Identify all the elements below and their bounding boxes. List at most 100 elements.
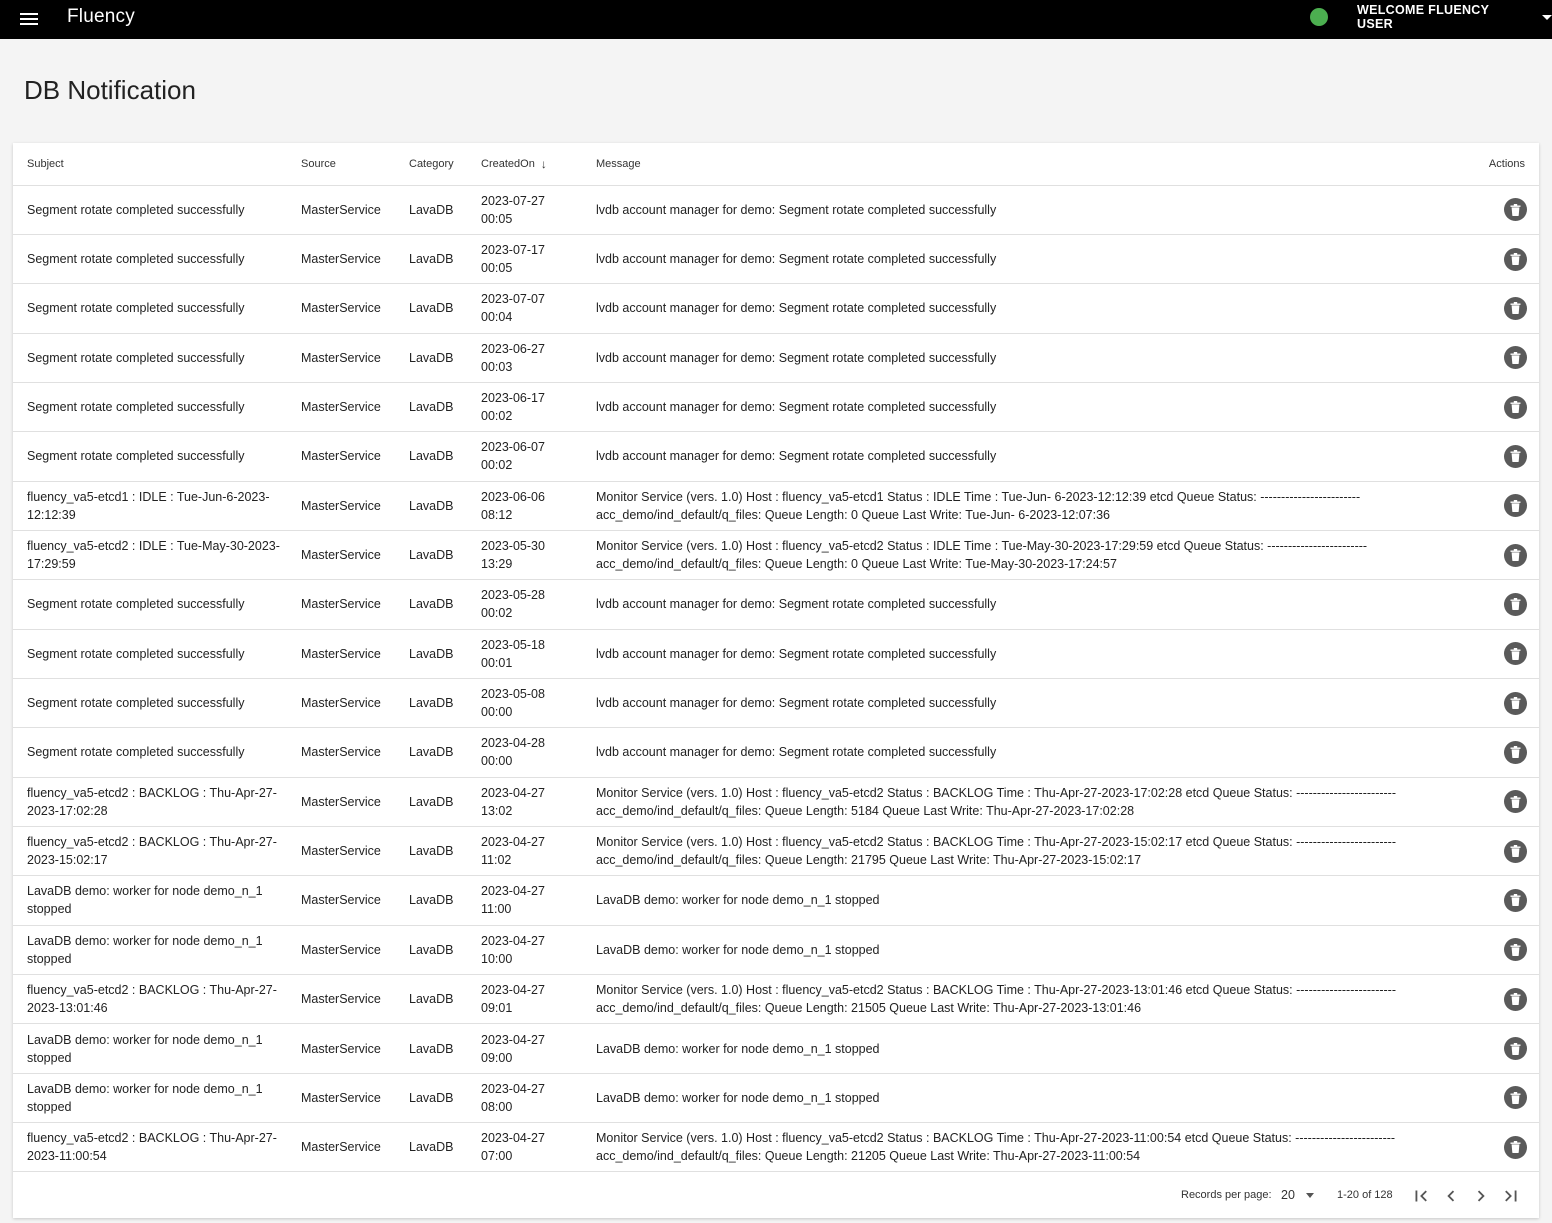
trash-icon: [1510, 795, 1521, 808]
table-row[interactable]: Segment rotate completed successfully Mas…: [13, 185, 1539, 235]
table-row[interactable]: Segment rotate completed successfully Mas…: [13, 678, 1539, 729]
cell-actions: [1474, 678, 1539, 729]
cell-source: MasterService: [301, 530, 409, 581]
cell-createdon-date: 2023-04-27: [481, 1131, 545, 1146]
delete-button[interactable]: [1504, 839, 1527, 863]
cell-subject: Segment rotate completed successfully: [13, 283, 301, 334]
table-row[interactable]: Segment rotate completed successfully Mas…: [13, 382, 1539, 433]
trash-icon: [1510, 647, 1521, 660]
cell-subject: Segment rotate completed successfully: [13, 333, 301, 383]
cell-actions: [1474, 530, 1539, 581]
delete-button[interactable]: [1504, 642, 1527, 666]
column-header-message[interactable]: Message: [596, 143, 1474, 186]
cell-message: LavaDB demo: worker for node demo_n_1 st…: [596, 1073, 1474, 1124]
cell-createdon-date: 2023-04-27: [481, 884, 545, 899]
cell-subject: LavaDB demo: worker for node demo_n_1 st…: [13, 1023, 301, 1074]
table-row[interactable]: LavaDB demo: worker for node demo_n_1 st…: [13, 1023, 1539, 1074]
table-row[interactable]: fluency_va5-etcd2 : BACKLOG : Thu-Apr-27…: [13, 826, 1539, 877]
chevron-left-icon[interactable]: [1440, 1185, 1462, 1207]
delete-button[interactable]: [1504, 543, 1527, 567]
cell-createdon-date: 2023-04-27: [481, 1081, 545, 1096]
cell-actions: [1474, 826, 1539, 877]
trash-icon: [1510, 598, 1521, 611]
cell-source: MasterService: [301, 727, 409, 778]
table-row[interactable]: LavaDB demo: worker for node demo_n_1 st…: [13, 1073, 1539, 1124]
table-row[interactable]: Segment rotate completed successfully Mas…: [13, 283, 1539, 334]
delete-button[interactable]: [1504, 395, 1527, 419]
column-header-source[interactable]: Source: [301, 143, 409, 186]
cell-message: lvdb account manager for demo: Segment r…: [596, 382, 1474, 433]
table-row[interactable]: Segment rotate completed successfully Mas…: [13, 727, 1539, 778]
table-row[interactable]: fluency_va5-etcd2 : BACKLOG : Thu-Apr-27…: [13, 777, 1539, 827]
cell-category: LavaDB: [409, 431, 481, 482]
cell-createdon-time: 00:02: [481, 606, 513, 621]
delete-button[interactable]: [1504, 494, 1527, 518]
cell-createdon: 2023-06-27 00:03: [481, 333, 596, 383]
cell-message: lvdb account manager for demo: Segment r…: [596, 629, 1474, 679]
first-page-icon[interactable]: [1410, 1185, 1432, 1207]
menu-icon[interactable]: [20, 9, 41, 29]
cell-message: lvdb account manager for demo: Segment r…: [596, 234, 1474, 285]
cell-message: lvdb account manager for demo: Segment r…: [596, 333, 1474, 383]
delete-button[interactable]: [1504, 592, 1527, 616]
cell-subject: Segment rotate completed successfully: [13, 431, 301, 482]
cell-createdon-date: 2023-07-17: [481, 243, 545, 258]
records-per-page-select[interactable]: 20: [1281, 1185, 1325, 1205]
cell-createdon: 2023-04-27 07:00: [481, 1122, 596, 1173]
cell-message: LavaDB demo: worker for node demo_n_1 st…: [596, 925, 1474, 976]
cell-createdon-time: 00:01: [481, 655, 513, 670]
trash-icon: [1510, 1091, 1521, 1104]
cell-message: Monitor Service (vers. 1.0) Host : fluen…: [596, 530, 1474, 581]
table-row[interactable]: Segment rotate completed successfully Mas…: [13, 629, 1539, 679]
delete-button[interactable]: [1504, 740, 1527, 764]
table-row[interactable]: LavaDB demo: worker for node demo_n_1 st…: [13, 925, 1539, 976]
delete-button[interactable]: [1504, 987, 1527, 1011]
delete-button[interactable]: [1504, 691, 1527, 715]
delete-button[interactable]: [1504, 444, 1527, 468]
table-row[interactable]: Segment rotate completed successfully Mas…: [13, 579, 1539, 630]
column-header-createdon[interactable]: CreatedOn ↓: [481, 143, 596, 186]
cell-source: MasterService: [301, 382, 409, 433]
table-row[interactable]: fluency_va5-etcd1 : IDLE : Tue-Jun-6-202…: [13, 481, 1539, 531]
top-app-bar: Fluency WELCOME FLUENCY USER: [0, 0, 1552, 39]
chevron-right-icon[interactable]: [1470, 1185, 1492, 1207]
delete-button[interactable]: [1504, 888, 1527, 912]
cell-source: MasterService: [301, 629, 409, 679]
delete-button[interactable]: [1504, 198, 1527, 222]
table-row[interactable]: fluency_va5-etcd2 : IDLE : Tue-May-30-20…: [13, 530, 1539, 581]
column-header-category[interactable]: Category: [409, 143, 481, 186]
cell-createdon-date: 2023-06-07: [481, 440, 545, 455]
cell-createdon-date: 2023-07-27: [481, 193, 545, 208]
cell-createdon-date: 2023-04-27: [481, 835, 545, 850]
last-page-icon[interactable]: [1500, 1185, 1522, 1207]
table-row[interactable]: Segment rotate completed successfully Mas…: [13, 431, 1539, 482]
delete-button[interactable]: [1504, 1086, 1527, 1110]
cell-source: MasterService: [301, 678, 409, 729]
delete-button[interactable]: [1504, 296, 1527, 320]
cell-actions: [1474, 431, 1539, 482]
cell-message: lvdb account manager for demo: Segment r…: [596, 283, 1474, 334]
table-row[interactable]: fluency_va5-etcd2 : BACKLOG : Thu-Apr-27…: [13, 1122, 1539, 1173]
table-row[interactable]: Segment rotate completed successfully Mas…: [13, 333, 1539, 383]
cell-createdon-time: 00:02: [481, 409, 513, 424]
delete-button[interactable]: [1504, 938, 1527, 962]
delete-button[interactable]: [1504, 1135, 1527, 1159]
cell-message: lvdb account manager for demo: Segment r…: [596, 678, 1474, 729]
table-row[interactable]: LavaDB demo: worker for node demo_n_1 st…: [13, 875, 1539, 926]
user-menu[interactable]: WELCOME FLUENCY USER: [1357, 3, 1552, 31]
cell-createdon-time: 00:05: [481, 211, 513, 226]
cell-actions: [1474, 629, 1539, 679]
cell-subject: fluency_va5-etcd2 : BACKLOG : Thu-Apr-27…: [13, 826, 301, 877]
delete-button[interactable]: [1504, 1037, 1527, 1061]
cell-subject: fluency_va5-etcd2 : BACKLOG : Thu-Apr-27…: [13, 1122, 301, 1173]
delete-button[interactable]: [1504, 790, 1527, 814]
delete-button[interactable]: [1504, 346, 1527, 370]
table-row[interactable]: fluency_va5-etcd2 : BACKLOG : Thu-Apr-27…: [13, 974, 1539, 1025]
cell-createdon-time: 11:00: [481, 902, 512, 917]
column-header-subject[interactable]: Subject: [13, 143, 301, 186]
cell-message: LavaDB demo: worker for node demo_n_1 st…: [596, 1023, 1474, 1074]
arrow-down-icon: ↓: [540, 156, 547, 171]
table-row[interactable]: Segment rotate completed successfully Mas…: [13, 234, 1539, 285]
cell-actions: [1474, 1073, 1539, 1124]
delete-button[interactable]: [1504, 247, 1527, 271]
